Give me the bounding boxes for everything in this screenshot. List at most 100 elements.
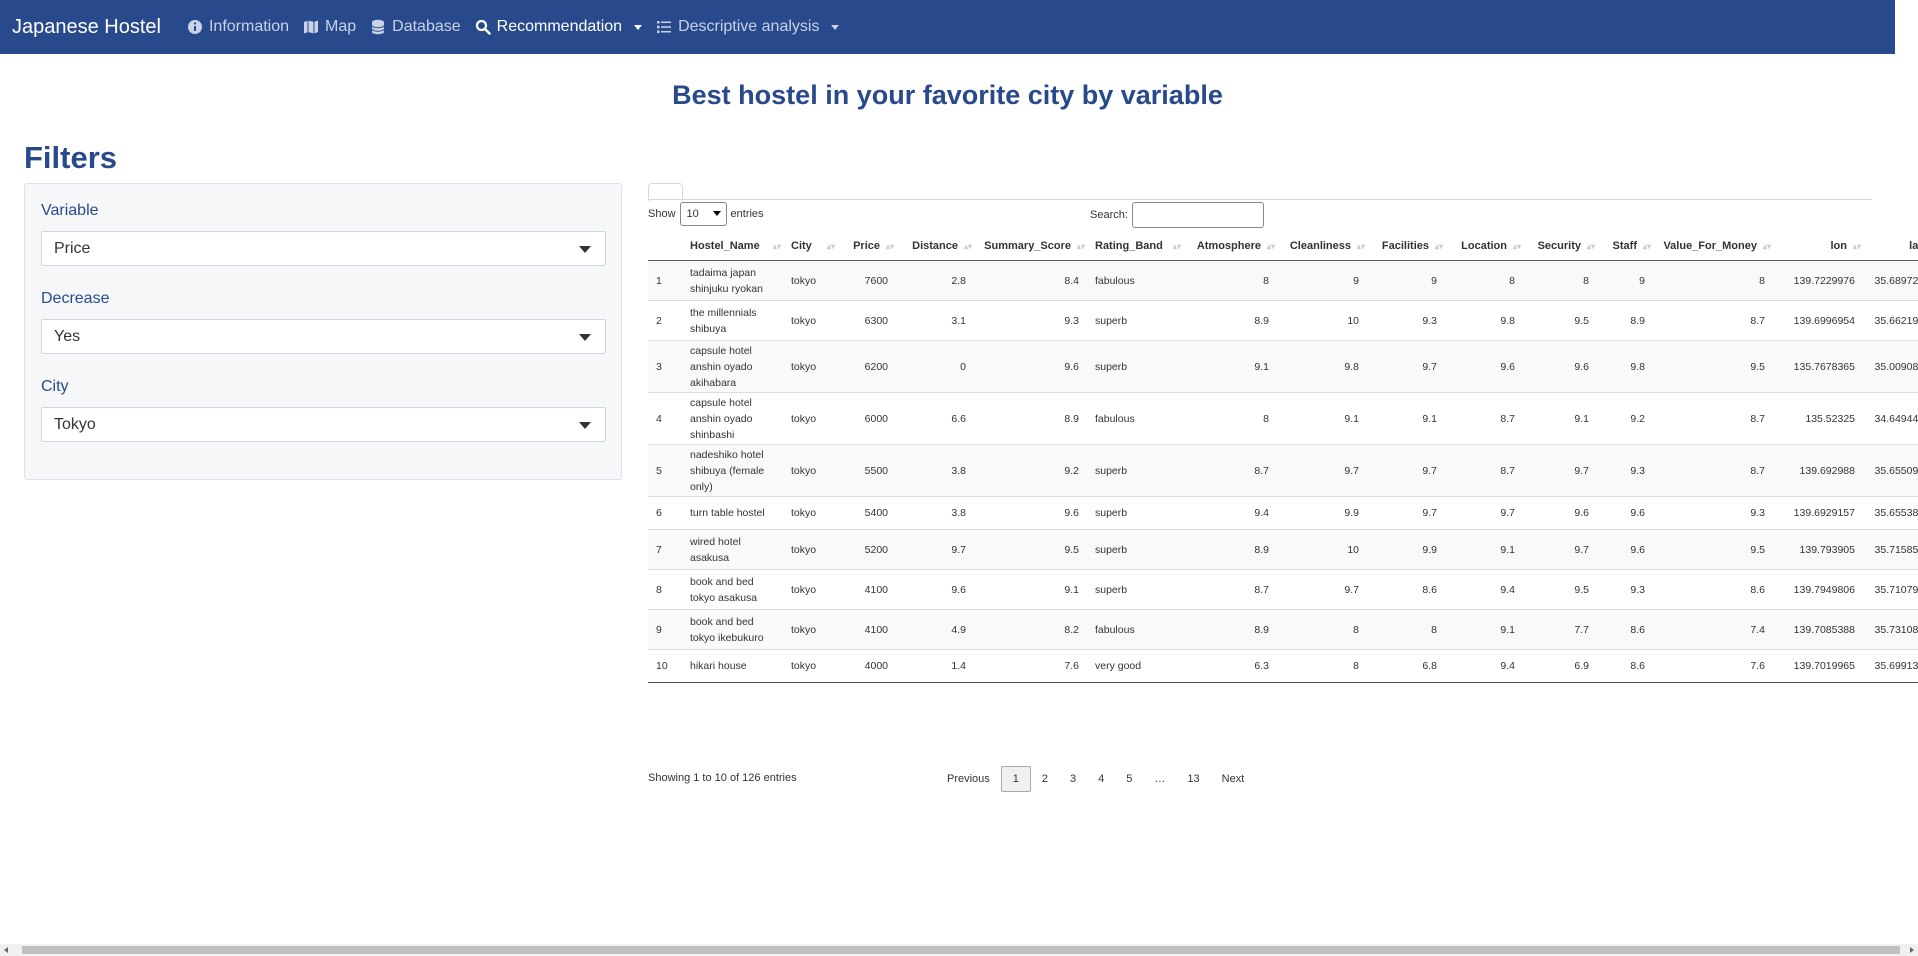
pagination-next[interactable]: Next: [1211, 766, 1256, 792]
column-header[interactable]: Atmosphere ▴▾: [1183, 232, 1277, 261]
table-row[interactable]: 6 turn table hostel tokyo 5400 3.8 9.6 superb 9…: [648, 496, 1918, 530]
city-select[interactable]: Tokyo: [41, 407, 606, 442]
pagination-page[interactable]: 2: [1031, 766, 1059, 792]
entries-select[interactable]: 10: [679, 202, 727, 226]
table-cell: 35.6621966: [1863, 300, 1918, 341]
scrollbar-thumb[interactable]: [22, 946, 1900, 954]
table-cell: 9.3: [1597, 569, 1653, 610]
table-cell: tadaima japan shinjuku ryokan: [682, 260, 783, 301]
table-row[interactable]: 8 book and bed tokyo asakusa tokyo 4100 9.6 9…: [648, 569, 1918, 610]
table-cell: tokyo: [783, 649, 837, 683]
pagination-page[interactable]: 1: [1000, 766, 1031, 792]
sort-icon: ▴▾: [1356, 242, 1365, 251]
table-cell: 8.7: [1445, 392, 1523, 445]
column-header[interactable]: Facilities ▴▾: [1367, 232, 1445, 261]
brand-title[interactable]: Japanese Hostel: [12, 16, 161, 39]
table-row[interactable]: 5 nadeshiko hotel shibuya (female only) to…: [648, 444, 1918, 497]
nav-map[interactable]: Map: [303, 18, 356, 36]
table-cell: 9.6: [1523, 496, 1597, 530]
table-cell: 9.6: [1597, 529, 1653, 570]
table-cell: 3: [648, 340, 682, 393]
column-header[interactable]: Location ▴▾: [1445, 232, 1523, 261]
table-row[interactable]: 9 book and bed tokyo ikebukuro tokyo 4100 4.…: [648, 609, 1918, 650]
table-cell: 9.1: [974, 569, 1087, 610]
table-cell: 9.5: [1523, 300, 1597, 341]
table-cell: the millennials shibuya: [682, 300, 783, 341]
chevron-down-icon: [579, 246, 591, 253]
nav-information[interactable]: Information: [187, 18, 289, 36]
table-cell: 139.6996954: [1773, 300, 1863, 341]
column-header[interactable]: lon ▴▾: [1773, 232, 1863, 261]
table-cell: 9.3: [974, 300, 1087, 341]
table-cell: 35.6553868: [1863, 496, 1918, 530]
column-header[interactable]: Security ▴▾: [1523, 232, 1597, 261]
table-cell: tokyo: [783, 569, 837, 610]
table-cell: 9.3: [1367, 300, 1445, 341]
data-table: Hostel_Name ▴▾ City ▴▾ Price ▴▾ Distance ▴▾ Summ…: [648, 232, 1918, 683]
column-header-label: Summary_Score: [984, 240, 1071, 252]
horizontal-scrollbar[interactable]: [0, 944, 1918, 956]
table-row[interactable]: 2 the millennials shibuya tokyo 6300 3.1 9.3 s…: [648, 300, 1918, 341]
column-header[interactable]: Hostel_Name ▴▾: [682, 232, 783, 261]
scroll-left-icon[interactable]: [4, 947, 8, 953]
table-cell: book and bed tokyo asakusa: [682, 569, 783, 610]
table-row[interactable]: 10 hikari house tokyo 4000 1.4 7.6 very good 6.…: [648, 649, 1918, 683]
table-cell: 6.3: [1183, 649, 1277, 683]
table-row[interactable]: 3 capsule hotel anshin oyado akihabara tok…: [648, 340, 1918, 393]
pagination-previous[interactable]: Previous: [936, 766, 1001, 792]
table-cell: 10: [1277, 529, 1367, 570]
scroll-right-icon[interactable]: [1910, 947, 1914, 953]
table-cell: 8.9: [1597, 300, 1653, 341]
table-cell: 8.7: [1653, 300, 1773, 341]
column-header[interactable]: Value_For_Money ▴▾: [1653, 232, 1773, 261]
pagination-page[interactable]: 5: [1115, 766, 1143, 792]
table-cell: 4100: [837, 609, 896, 650]
pagination-page[interactable]: 3: [1059, 766, 1087, 792]
table-cell: 9.7: [1277, 569, 1367, 610]
nav-descriptive-analysis[interactable]: Descriptive analysis: [656, 18, 840, 36]
table-cell: superb: [1087, 340, 1183, 393]
pagination-page[interactable]: 4: [1087, 766, 1115, 792]
pagination-ellipsis: …: [1154, 773, 1166, 785]
column-header[interactable]: Distance ▴▾: [896, 232, 974, 261]
table-cell: 9.2: [1597, 392, 1653, 445]
sort-icon: ▴▾: [1172, 242, 1181, 251]
table-cell: superb: [1087, 496, 1183, 530]
table-search: Search:: [1090, 202, 1264, 228]
column-header[interactable]: City ▴▾: [783, 232, 837, 261]
column-header[interactable]: lat▴▾: [1863, 232, 1918, 261]
decrease-select[interactable]: Yes: [41, 319, 606, 354]
column-header[interactable]: Summary_Score ▴▾: [974, 232, 1087, 261]
nav-database[interactable]: Database: [370, 18, 461, 36]
table-cell: 35.0090839: [1863, 340, 1918, 393]
table-cell: 9.1: [1367, 392, 1445, 445]
nav-recommendation-label: Recommendation: [496, 18, 623, 35]
table-cell: 10: [648, 649, 682, 683]
table-cell: 9.6: [1597, 496, 1653, 530]
column-header-label: lat: [1909, 240, 1918, 252]
column-header[interactable]: Cleanliness ▴▾: [1277, 232, 1367, 261]
table-cell: 9.7: [896, 529, 974, 570]
info-circle-icon: [187, 20, 202, 34]
table-row[interactable]: 4 capsule hotel anshin oyado shinbashi tok…: [648, 392, 1918, 445]
table-cell: 8.6: [1597, 649, 1653, 683]
search-input[interactable]: [1131, 202, 1264, 228]
column-header: [648, 232, 682, 261]
chevron-down-icon: [712, 211, 721, 216]
column-header[interactable]: Staff ▴▾: [1597, 232, 1653, 261]
table-cell: 8.2: [974, 609, 1087, 650]
table-cell: 35.7158532: [1863, 529, 1918, 570]
column-header[interactable]: Rating_Band ▴▾: [1087, 232, 1183, 261]
column-header[interactable]: Price ▴▾: [837, 232, 896, 261]
sort-icon: ▴▾: [1642, 242, 1651, 251]
table-row[interactable]: 7 wired hotel asakusa tokyo 5200 9.7 9.5 super…: [648, 529, 1918, 570]
pagination-page[interactable]: 13: [1176, 766, 1210, 792]
variable-select[interactable]: Price: [41, 231, 606, 266]
table-cell: tokyo: [783, 529, 837, 570]
table-row[interactable]: 1 tadaima japan shinjuku ryokan tokyo 7600 2…: [648, 260, 1918, 301]
nav-recommendation[interactable]: Recommendation: [475, 18, 643, 36]
table-cell: 9: [1597, 260, 1653, 301]
table-cell: 9.1: [1277, 392, 1367, 445]
table-cell: 10: [1277, 300, 1367, 341]
search-label: Search:: [1090, 209, 1128, 221]
